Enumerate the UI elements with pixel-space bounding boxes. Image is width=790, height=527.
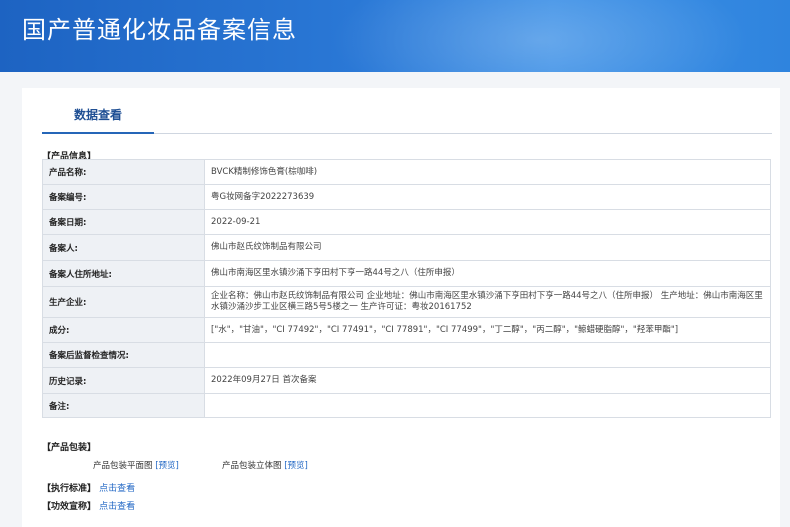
row-label-filer: 备案人:: [42, 234, 205, 261]
row-value-manufacturer: 企业名称：佛山市赵氏纹饰制品有限公司 企业地址：佛山市南海区里水镇沙涌下亨田村下…: [204, 286, 771, 318]
tab-data-view[interactable]: 数据查看: [42, 106, 154, 134]
efficacy-section-title: 【功效宣称】: [42, 502, 97, 512]
row-value-product-name: BVCK精制修饰色膏(棕咖啡): [204, 159, 771, 185]
packaging-flat-label: 产品包装平面图: [93, 461, 153, 471]
header-banner: 国产普通化妆品备案信息: [0, 0, 790, 72]
row-label-record-number: 备案编号:: [42, 184, 205, 210]
packaging-flat-item: 产品包装平面图 [预览]: [93, 459, 179, 471]
row-label-history: 历史记录:: [42, 367, 205, 394]
table-row: 备案编号: 粤G妆网备字2022273639: [42, 184, 771, 210]
row-label-remarks: 备注:: [42, 393, 205, 418]
row-value-filer-address: 佛山市南海区里水镇沙涌下亨田村下亨一路44号之八（住所申报）: [204, 260, 771, 287]
packaging-stereo-preview-link[interactable]: [预览]: [284, 461, 308, 471]
row-label-product-name: 产品名称:: [42, 159, 205, 185]
table-row: 历史记录: 2022年09月27日 首次备案: [42, 367, 771, 394]
table-row: 生产企业: 企业名称：佛山市赵氏纹饰制品有限公司 企业地址：佛山市南海区里水镇沙…: [42, 286, 771, 318]
packaging-stereo-label: 产品包装立体图: [222, 461, 282, 471]
table-row: 备注:: [42, 393, 771, 418]
table-row: 备案后监督检查情况:: [42, 342, 771, 368]
product-info-table: 产品名称: BVCK精制修饰色膏(棕咖啡) 备案编号: 粤G妆网备字202227…: [42, 159, 771, 418]
row-label-record-date: 备案日期:: [42, 209, 205, 235]
row-value-record-date: 2022-09-21: [204, 209, 771, 235]
banner-decoration: [330, 0, 750, 72]
efficacy-section: 【功效宣称】 点击查看: [42, 499, 135, 512]
content-card: 数据查看 【产品信息】 产品名称: BVCK精制修饰色膏(棕咖啡) 备案编号: …: [22, 88, 780, 527]
page-title: 国产普通化妆品备案信息: [22, 16, 297, 44]
row-value-record-number: 粤G妆网备字2022273639: [204, 184, 771, 210]
row-value-history: 2022年09月27日 首次备案: [204, 367, 771, 394]
row-label-ingredients: 成分:: [42, 317, 205, 343]
table-row: 备案日期: 2022-09-21: [42, 209, 771, 235]
standard-section-title: 【执行标准】: [42, 484, 97, 494]
standard-section: 【执行标准】 点击查看: [42, 481, 135, 494]
efficacy-view-link[interactable]: 点击查看: [99, 502, 135, 512]
packaging-stereo-item: 产品包装立体图 [预览]: [222, 459, 308, 471]
row-label-manufacturer: 生产企业:: [42, 286, 205, 318]
row-value-filer: 佛山市赵氏纹饰制品有限公司: [204, 234, 771, 261]
row-label-filer-address: 备案人住所地址:: [42, 260, 205, 287]
table-row: 备案人: 佛山市赵氏纹饰制品有限公司: [42, 234, 771, 261]
tab-bar: 数据查看: [42, 106, 772, 134]
row-value-ingredients: ["水"，"甘油"，"CI 77492"，"CI 77491"，"CI 7789…: [204, 317, 771, 343]
packaging-section-title: 【产品包装】: [42, 443, 97, 453]
packaging-flat-preview-link[interactable]: [预览]: [155, 461, 179, 471]
table-row: 备案人住所地址: 佛山市南海区里水镇沙涌下亨田村下亨一路44号之八（住所申报）: [42, 260, 771, 287]
standard-view-link[interactable]: 点击查看: [99, 484, 135, 494]
row-label-inspection: 备案后监督检查情况:: [42, 342, 205, 368]
row-value-remarks: [204, 393, 771, 418]
table-row: 产品名称: BVCK精制修饰色膏(棕咖啡): [42, 159, 771, 185]
table-row: 成分: ["水"，"甘油"，"CI 77492"，"CI 77491"，"CI …: [42, 317, 771, 343]
row-value-inspection: [204, 342, 771, 368]
